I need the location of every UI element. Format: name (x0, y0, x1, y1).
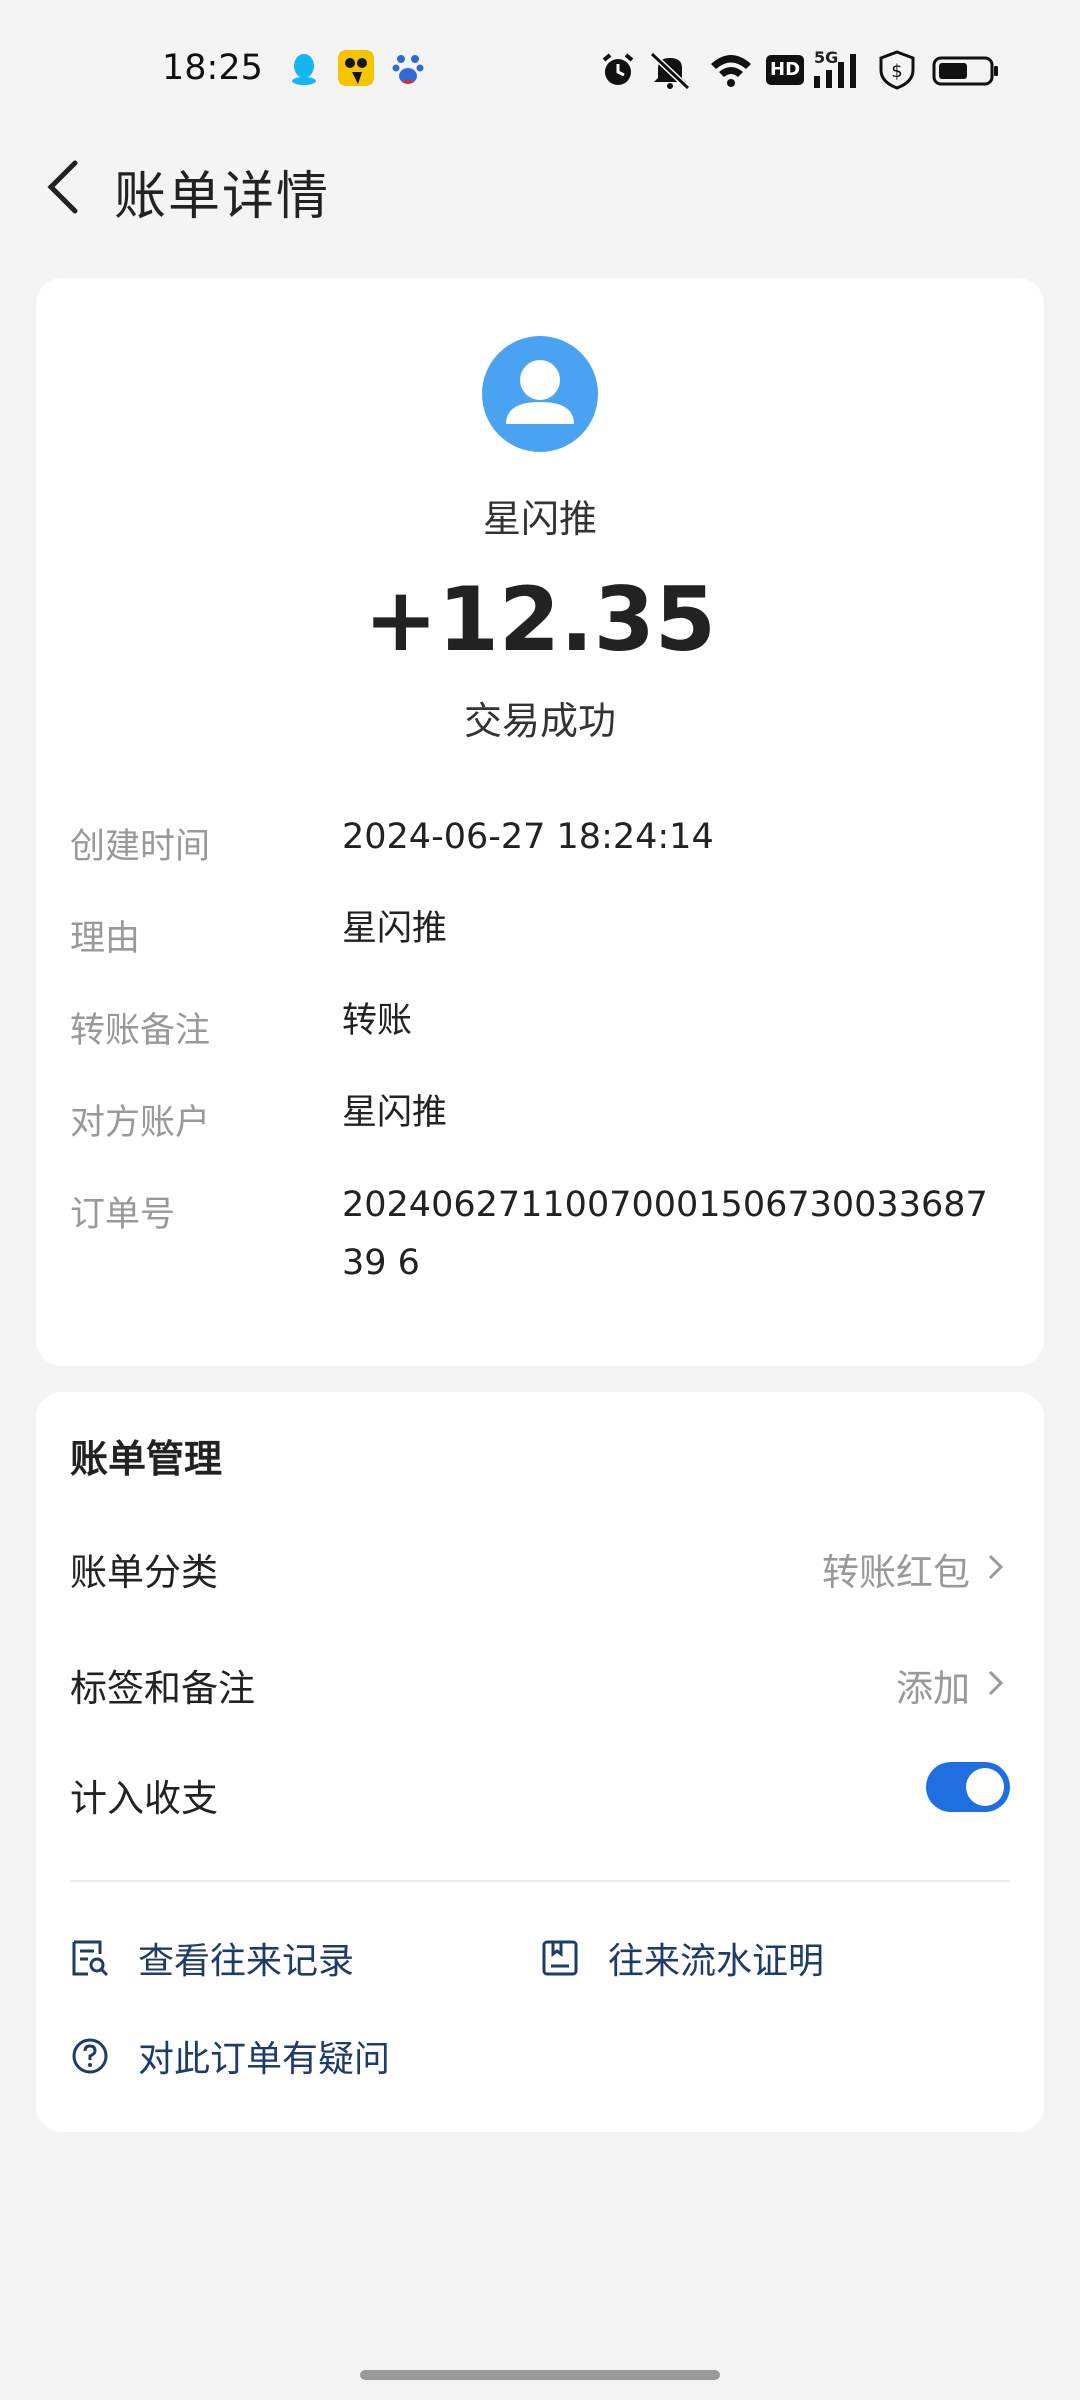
avatar (482, 336, 598, 452)
question-circle-icon (72, 2038, 108, 2074)
order-question-link[interactable]: 对此订单有疑问 (70, 2026, 390, 2086)
alarm-icon (598, 50, 638, 90)
status-time: 18:25 (162, 48, 263, 88)
status-bar: 18:25 HD 5G $ (0, 0, 1080, 140)
view-history-label: 查看往来记录 (138, 1941, 355, 1982)
page-title: 账单详情 (114, 167, 331, 227)
detail-value: 星闪推 (342, 909, 448, 949)
bill-category-value: 转账红包 (822, 1551, 970, 1594)
detail-value: 转账 (342, 1001, 413, 1041)
statement-proof-link[interactable]: 往来流水证明 (540, 1928, 824, 1988)
chevron-right-icon (988, 1554, 1004, 1580)
chevron-right-icon (988, 1670, 1004, 1696)
detail-label: 理由 (70, 919, 141, 959)
income-expense-label: 计入收支 (70, 1777, 218, 1820)
view-history-link[interactable]: 查看往来记录 (70, 1928, 354, 1988)
bill-management-card: 账单管理 账单分类 转账红包 标签和备注 添加 计入收支 查看往来记录 往来流水… (36, 1392, 1044, 2132)
app-yellow-icon (338, 50, 374, 86)
tags-notes-label: 标签和备注 (70, 1667, 255, 1710)
detail-value: 2024-06-27 18:24:14 (342, 817, 714, 857)
header: 账单详情 (0, 140, 1080, 240)
order-number-value: 2024062711007000150673003368739 6 (342, 1185, 988, 1283)
wifi-icon (708, 50, 754, 90)
divider (70, 1880, 1010, 1882)
user-icon (506, 360, 574, 424)
qq-icon (286, 50, 322, 86)
svg-text:$: $ (891, 61, 902, 82)
signal-5g-icon: 5G (812, 48, 862, 90)
detail-value: 星闪推 (342, 1093, 448, 1133)
back-button[interactable] (28, 152, 98, 222)
detail-label: 对方账户 (70, 1103, 211, 1143)
transaction-status: 交易成功 (463, 699, 616, 743)
counterparty-name: 星闪推 (482, 497, 597, 541)
detail-label: 订单号 (70, 1195, 176, 1235)
income-expense-row: 计入收支 (70, 1758, 1010, 1828)
record-search-icon (72, 1940, 109, 1977)
income-expense-toggle[interactable] (926, 1762, 1010, 1812)
hd-icon: HD (766, 50, 805, 90)
shield-icon: $ (878, 50, 916, 90)
home-indicator[interactable] (360, 2370, 720, 2380)
tags-notes-row[interactable]: 标签和备注 添加 (70, 1648, 1010, 1718)
battery-icon (932, 50, 1000, 90)
baidu-icon (390, 50, 426, 86)
bill-amount: +12.35 (363, 568, 717, 671)
detail-label: 创建时间 (70, 827, 211, 867)
back-arrow-icon (47, 160, 78, 214)
toggle-knob (966, 1768, 1004, 1806)
detail-label: 转账备注 (70, 1011, 211, 1051)
mute-icon (648, 50, 692, 90)
statement-proof-label: 往来流水证明 (608, 1941, 825, 1982)
tags-notes-value: 添加 (896, 1667, 970, 1710)
order-question-label: 对此订单有疑问 (138, 2039, 391, 2080)
bill-card: 星闪推 +12.35 交易成功 创建时间 2024-06-27 18:24:14… (36, 278, 1044, 1366)
document-icon (542, 1940, 578, 1976)
section-title: 账单管理 (70, 1437, 223, 1481)
bill-category-row[interactable]: 账单分类 转账红包 (70, 1532, 1010, 1602)
bill-category-label: 账单分类 (70, 1551, 218, 1594)
